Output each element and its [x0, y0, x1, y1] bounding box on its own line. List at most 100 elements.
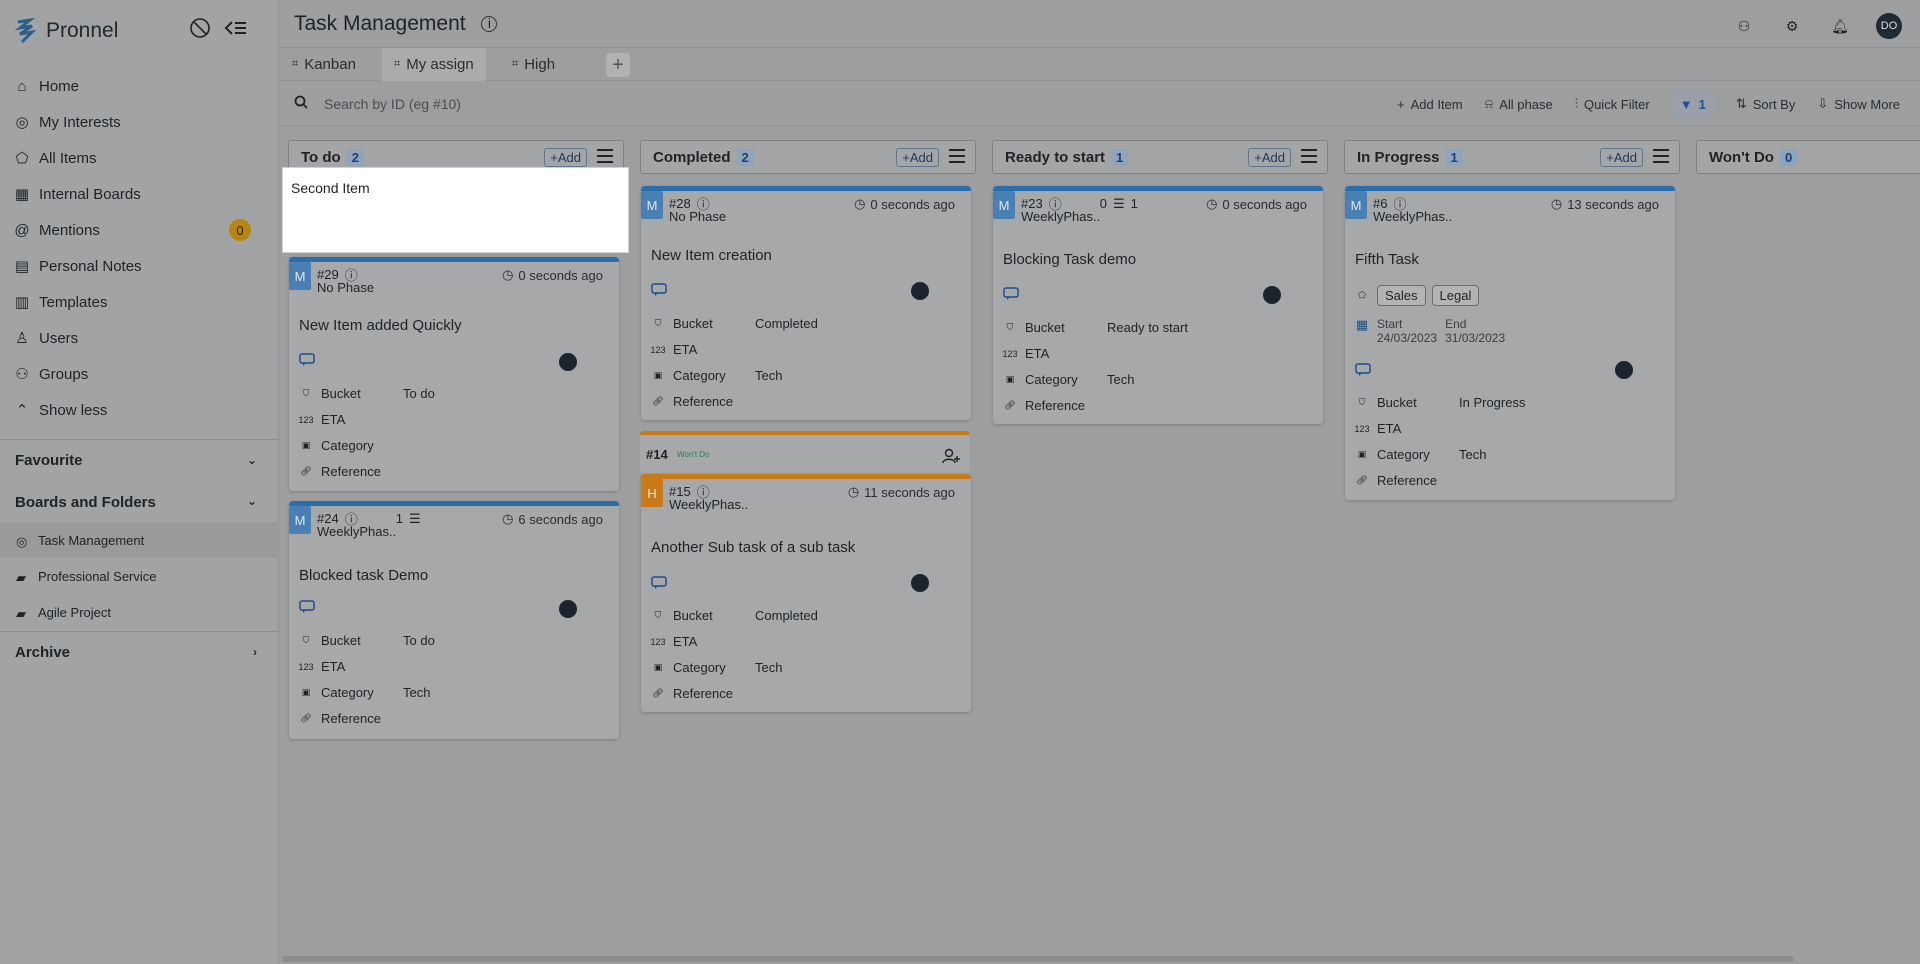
sidebar-item-show-less[interactable]: ⌃ Show less — [0, 392, 279, 428]
sidebar-item-label: Home — [39, 77, 80, 95]
download-icon: ⇩ — [1817, 96, 1829, 111]
column-name: To do — [301, 148, 341, 166]
tag-icon: ⬠ — [15, 150, 29, 167]
bucket-icon: ⛉ — [1358, 397, 1366, 407]
tab-my-assign[interactable]: ⌗ My assign — [382, 48, 486, 81]
field-reference: 🔗︎ Reference — [652, 686, 733, 701]
tab-high[interactable]: ⌗ High — [500, 48, 567, 81]
chat-icon[interactable] — [299, 353, 315, 367]
show-more-button[interactable]: ⇩ Show More — [1817, 90, 1900, 118]
info-icon[interactable]: i — [481, 16, 498, 33]
avatar[interactable] — [911, 282, 929, 300]
avatar[interactable]: DO — [1876, 13, 1902, 39]
boards-folders-section[interactable]: Boards and Folders ⌄ — [0, 481, 279, 523]
horizontal-scrollbar[interactable] — [282, 956, 1794, 962]
pin-off-icon[interactable] — [188, 16, 212, 40]
avatar[interactable] — [1615, 361, 1633, 379]
sidebar-item-mentions[interactable]: @ Mentions 0 — [0, 212, 279, 248]
filter-count: 1 — [1698, 96, 1706, 112]
collapse-sidebar-icon[interactable] — [224, 16, 248, 40]
board-icon: ◎ — [16, 534, 28, 549]
avatar[interactable] — [911, 574, 929, 592]
quick-filter-button[interactable]: ⫶ Quick Filter — [1575, 90, 1650, 118]
card-23[interactable]: M #23 ⓘ 0 ☰ 1 WeeklyPhas.. ◷ 0 seconds ago Bl… — [993, 186, 1323, 424]
sidebar-item-personal-notes[interactable]: ▤ Personal Notes — [0, 248, 279, 284]
plus-icon: + — [1397, 96, 1405, 112]
menu-icon[interactable] — [949, 149, 965, 163]
card-29[interactable]: M #29 ⓘ No Phase ◷ 0 seconds ago New Item … — [289, 257, 619, 491]
menu-icon[interactable] — [597, 149, 613, 163]
favourite-section[interactable]: Favourite ⌄ — [0, 439, 279, 481]
number-icon: 123 — [650, 344, 666, 355]
calendar-icon: ▦ — [1355, 317, 1369, 332]
field-category: ▣ Category — [299, 438, 374, 453]
boards-folders-label: Boards and Folders — [15, 493, 156, 511]
dropdown-icon: ▣ — [653, 662, 663, 672]
sidebar-item-users[interactable]: ♙ Users — [0, 320, 279, 356]
column-add-button[interactable]: +Add — [896, 148, 939, 167]
tab-label: High — [524, 56, 556, 73]
chat-icon[interactable] — [651, 576, 667, 590]
card-28[interactable]: M #28 ⓘ No Phase ◷ 0 seconds ago New Item … — [641, 186, 971, 420]
column-count: 1 — [1445, 148, 1463, 166]
column-add-button[interactable]: +Add — [1248, 148, 1291, 167]
sidebar-item-label: All Items — [39, 149, 97, 167]
card-15[interactable]: H #15 ⓘ WeeklyPhas.. ◷ 11 seconds ago Anot… — [641, 474, 971, 712]
card-6[interactable]: M #6 ⓘ WeeklyPhas.. ◷ 13 seconds ago Fifth… — [1345, 186, 1675, 500]
chevron-down-icon: ⌄ — [246, 494, 257, 508]
field-reference: 🔗︎ Reference — [300, 711, 381, 726]
archive-section[interactable]: Archive › — [0, 631, 279, 673]
all-phase-button[interactable]: ⍾ All phase — [1485, 90, 1553, 118]
clock-icon: ◷ — [502, 267, 514, 282]
column-add-button[interactable]: +Add — [544, 148, 587, 167]
field-bucket: ⛉ Bucket In Progress — [1355, 395, 1526, 410]
column-header-in-progress: In Progress 1 +Add — [1344, 140, 1680, 174]
menu-icon[interactable] — [1301, 149, 1317, 163]
parent-group-14[interactable]: #14 Won't Do — [640, 431, 970, 473]
add-user-icon[interactable] — [942, 447, 960, 465]
column-add-button[interactable]: +Add — [1600, 148, 1643, 167]
field-category: ▣ Category Tech — [299, 685, 431, 700]
sidebar-item-groups[interactable]: ⚇ Groups — [0, 356, 279, 392]
chat-icon[interactable] — [1355, 363, 1371, 377]
gear-icon[interactable]: ⚙ — [1780, 14, 1804, 38]
clock-icon: ◷ — [1206, 196, 1218, 211]
link-icon: 🔗︎ — [300, 713, 312, 723]
app-logo[interactable]: Pronnel — [14, 18, 118, 44]
folder-task-management[interactable]: ◎ Task Management — [0, 522, 279, 558]
sort-by-button[interactable]: ⇅ Sort By — [1736, 90, 1796, 118]
tag-chip[interactable]: Sales — [1377, 285, 1426, 306]
add-item-button[interactable]: + Add Item — [1397, 90, 1463, 118]
tab-kanban[interactable]: ⌗ Kanban — [280, 48, 368, 81]
quick-add-input[interactable]: Second Item — [283, 168, 628, 252]
chat-icon[interactable] — [651, 283, 667, 297]
folder-professional-service[interactable]: ▰ Professional Service — [0, 558, 279, 594]
search-input[interactable] — [324, 95, 464, 112]
card-time: ◷ 6 seconds ago — [502, 511, 603, 527]
group-icon: ⚇ — [15, 366, 29, 383]
add-tab-button[interactable]: + — [606, 53, 630, 77]
chat-icon[interactable] — [1003, 287, 1019, 301]
team-icon[interactable]: ⚇ — [1732, 14, 1756, 38]
bell-icon[interactable]: 🔔︎ — [1828, 14, 1852, 38]
subtask-count: 1 — [395, 511, 403, 526]
avatar[interactable] — [559, 600, 577, 618]
field-category: ▣ Category Tech — [651, 660, 783, 675]
clock-icon: ◷ — [1550, 196, 1563, 211]
sidebar-item-templates[interactable]: ▥ Templates — [0, 284, 279, 320]
tag-chip[interactable]: Legal — [1431, 285, 1480, 306]
sidebar-item-internal-boards[interactable]: ▦ Internal Boards — [0, 176, 279, 212]
card-24[interactable]: M #24 ⓘ 1 ☰ WeeklyPhas.. ◷ 6 seconds ago Blo… — [289, 501, 619, 739]
bell-outline-icon: ⍾ — [1484, 96, 1494, 111]
number-icon: 123 — [650, 636, 666, 647]
folder-agile-project[interactable]: ▰ Agile Project — [0, 594, 279, 630]
sidebar-item-all-items[interactable]: ⬠ All Items — [0, 140, 279, 176]
avatar[interactable] — [1263, 286, 1281, 304]
sidebar-item-my-interests[interactable]: ◎ My Interests — [0, 104, 279, 140]
sidebar-item-home[interactable]: ⌂ Home — [0, 68, 279, 104]
chat-icon[interactable] — [299, 600, 315, 614]
filter-button[interactable]: ▼ 1 — [1671, 90, 1714, 118]
priority-tag: M — [289, 262, 311, 290]
avatar[interactable] — [559, 353, 577, 371]
menu-icon[interactable] — [1653, 149, 1669, 163]
